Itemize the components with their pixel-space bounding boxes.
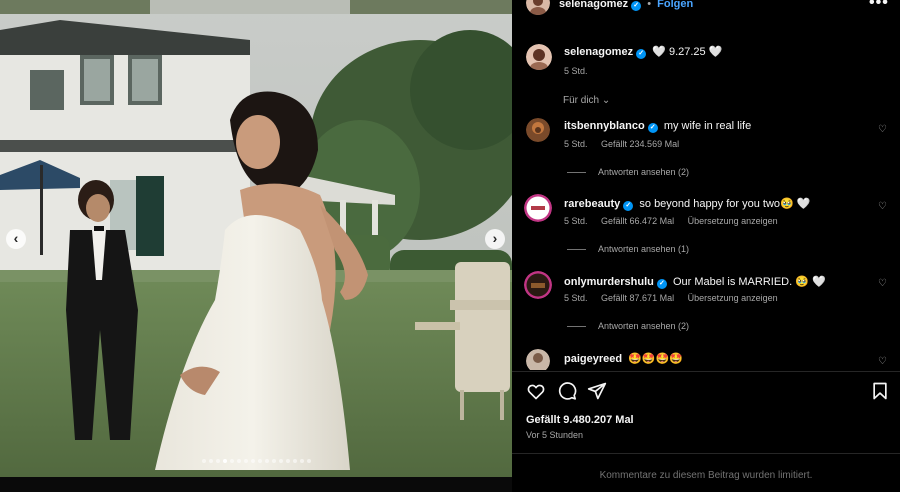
comment-text: Our Mabel is MARRIED. 🥹 🤍 — [672, 276, 826, 288]
previous-image-button[interactable]: ‹ — [6, 229, 26, 249]
carousel-dot — [278, 459, 283, 463]
comment-likes[interactable]: Gefällt 234.569 Mal — [601, 139, 679, 149]
like-count[interactable]: Gefällt 9.480.207 Mal — [526, 414, 634, 426]
comment-avatar[interactable] — [526, 349, 550, 370]
comment-line: itsbennyblanco ✓ my wife in real life — [564, 120, 751, 133]
replies-divider — [567, 172, 586, 174]
caption-username[interactable]: selenagomez — [564, 46, 633, 58]
comment-likes[interactable]: Gefällt 87.671 Mal — [601, 293, 674, 303]
carousel-dot — [292, 459, 297, 463]
comment-username[interactable]: paigeyreed — [564, 353, 622, 365]
comment-line: onlymurdershulu ✓ Our Mabel is MARRIED. … — [564, 275, 826, 289]
verified-icon: ✓ — [631, 1, 642, 11]
carousel-dot — [243, 459, 248, 463]
verified-icon: ✓ — [636, 49, 647, 59]
comments-limited-notice: Kommentare zu diesem Beitrag wurden limi… — [512, 453, 900, 492]
comment-line: rarebeauty ✓ so beyond happy for you two… — [564, 197, 811, 211]
caption-time: 5 Std. — [564, 66, 588, 76]
verified-icon: ✓ — [656, 279, 667, 289]
heart-icon[interactable]: ♡ — [878, 356, 887, 367]
chevron-left-icon: ‹ — [13, 230, 19, 246]
comments-section[interactable]: selenagomez ✓ 🤍 9.27.25 🤍 5 Std. Für dic… — [512, 30, 900, 370]
caption-meta: 5 Std. — [564, 66, 599, 76]
carousel-dot — [236, 459, 241, 463]
follow-button[interactable]: Folgen — [657, 0, 693, 10]
like-button[interactable] — [526, 381, 546, 401]
carousel-indicator — [0, 459, 512, 463]
comment-username[interactable]: rarebeauty — [564, 198, 620, 210]
view-replies-button[interactable]: Antworten ansehen (2) — [567, 167, 689, 177]
carousel-dot — [306, 459, 311, 463]
carousel-dot — [299, 459, 304, 463]
replies-divider — [567, 249, 586, 251]
post-photo — [0, 0, 512, 477]
carousel-dot — [250, 459, 255, 463]
author-username[interactable]: selenagomez — [559, 0, 628, 10]
comment-meta: 5 Std. Gefällt 66.472 Mal Übersetzung an… — [564, 216, 789, 226]
comment-button[interactable] — [557, 381, 577, 401]
heart-icon[interactable]: ♡ — [878, 278, 887, 289]
carousel-dot — [264, 459, 269, 463]
heart-icon[interactable]: ♡ — [878, 124, 887, 135]
share-button[interactable] — [587, 381, 607, 401]
carousel-dot — [257, 459, 262, 463]
caption-avatar[interactable] — [526, 44, 552, 70]
comment-meta: 5 Std. Gefällt 234.569 Mal — [564, 139, 690, 149]
comment-text: my wife in real life — [663, 120, 752, 132]
separator-dot: • — [647, 0, 652, 10]
comment-likes[interactable]: Gefällt 66.472 Mal — [601, 216, 674, 226]
avatar[interactable] — [526, 0, 550, 15]
carousel-dot — [271, 459, 276, 463]
carousel-dot — [201, 459, 206, 463]
replies-divider — [567, 326, 586, 328]
comment-username[interactable]: itsbennyblanco — [564, 120, 645, 132]
comment-avatar[interactable] — [524, 194, 552, 222]
comment-line: paigeyreed 🤩🤩🤩🤩 — [564, 352, 683, 365]
carousel-dot — [215, 459, 220, 463]
post-header: selenagomez ✓ • Folgen ••• — [512, 0, 900, 20]
comment-text: 🤩🤩🤩🤩 — [628, 353, 683, 365]
post-media[interactable]: ‹ › — [0, 0, 512, 492]
post-time: Vor 5 Stunden — [526, 430, 584, 440]
carousel-dot — [208, 459, 213, 463]
sort-dropdown[interactable]: Für dich ⌄ — [563, 95, 610, 106]
comment-avatar[interactable] — [524, 271, 552, 299]
chevron-down-icon: ⌄ — [601, 95, 611, 106]
view-replies-label: Antworten ansehen (1) — [598, 244, 690, 254]
caption-line: selenagomez ✓ 🤍 9.27.25 🤍 — [564, 45, 722, 59]
post-panel: selenagomez ✓ • Folgen ••• selenagomez ✓… — [512, 0, 900, 492]
translate-link[interactable]: Übersetzung anzeigen — [688, 216, 778, 226]
sort-label: Für dich — [563, 95, 600, 106]
comment-time: 5 Std. — [564, 216, 588, 226]
chevron-right-icon: › — [492, 230, 498, 246]
carousel-dot — [285, 459, 290, 463]
next-image-button[interactable]: › — [485, 229, 505, 249]
media-bottom-bar — [0, 477, 512, 492]
action-bar: Gefällt 9.480.207 Mal Vor 5 Stunden — [512, 372, 900, 452]
carousel-dot — [222, 459, 227, 463]
verified-icon: ✓ — [647, 123, 658, 133]
view-replies-button[interactable]: Antworten ansehen (2) — [567, 321, 689, 331]
heart-icon[interactable]: ♡ — [878, 201, 887, 212]
view-replies-label: Antworten ansehen (2) — [598, 321, 690, 331]
comment-meta: 5 Std. Gefällt 87.671 Mal Übersetzung an… — [564, 293, 789, 303]
save-button[interactable] — [870, 381, 890, 401]
more-icon[interactable]: ••• — [869, 0, 889, 12]
view-replies-button[interactable]: Antworten ansehen (1) — [567, 244, 689, 254]
carousel-dot — [229, 459, 234, 463]
caption-text: 🤍 9.27.25 🤍 — [652, 46, 723, 58]
comment-avatar[interactable] — [526, 118, 550, 142]
verified-icon: ✓ — [623, 201, 634, 211]
view-replies-label: Antworten ansehen (2) — [598, 167, 690, 177]
comment-text: so beyond happy for you two🥹 🤍 — [639, 198, 811, 210]
comment-time: 5 Std. — [564, 293, 588, 303]
comment-username[interactable]: onlymurdershulu — [564, 276, 654, 288]
comment-time: 5 Std. — [564, 139, 588, 149]
translate-link[interactable]: Übersetzung anzeigen — [688, 293, 778, 303]
